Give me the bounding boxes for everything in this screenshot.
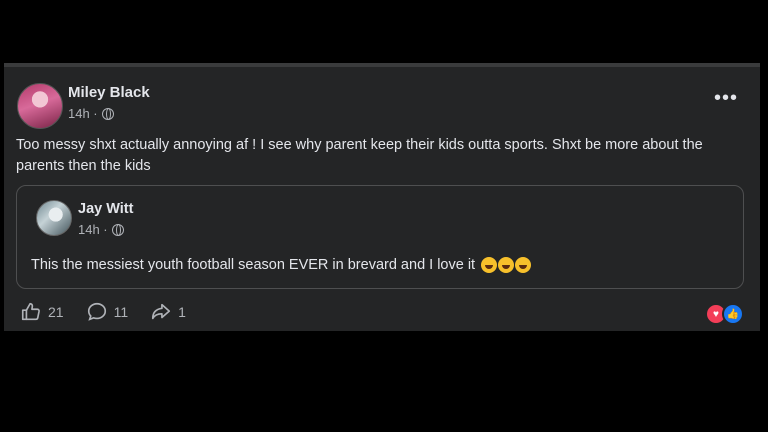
like-button[interactable]: 21 — [20, 301, 64, 323]
shared-post[interactable]: Jay Witt 14h · This the messiest youth f… — [16, 185, 744, 289]
post-text: Too messy shxt actually annoying af ! I … — [16, 137, 703, 174]
comment-icon — [87, 302, 106, 321]
share-icon — [152, 303, 171, 320]
rolling-laughing-emoji-icon — [481, 257, 498, 273]
share-count: 1 — [178, 304, 186, 320]
author-name[interactable]: Miley Black — [68, 84, 150, 101]
like-reaction-icon: 👍 — [722, 303, 744, 325]
shared-author-name[interactable]: Jay Witt — [78, 201, 133, 217]
post-time[interactable]: 14h · — [68, 106, 98, 121]
shared-post-meta: 14h · — [78, 222, 124, 237]
comment-count: 11 — [113, 304, 129, 320]
author-avatar[interactable] — [17, 83, 63, 129]
post-actions: 21 11 1 — [20, 301, 208, 323]
more-options-button[interactable]: ••• — [714, 88, 738, 108]
shared-author-avatar[interactable] — [36, 200, 72, 236]
post-card: Miley Black 14h · ••• Too messy shxt act… — [4, 63, 760, 331]
thumbs-up-icon — [21, 302, 40, 321]
post-meta: 14h · — [68, 106, 114, 121]
like-count: 21 — [48, 304, 64, 320]
reaction-summary[interactable]: ♥ 👍 — [705, 303, 744, 325]
shared-post-time[interactable]: 14h · — [78, 222, 108, 237]
globe-icon — [101, 107, 114, 120]
shared-post-text: This the messiest youth football season … — [31, 257, 476, 273]
share-button[interactable]: 1 — [150, 301, 186, 323]
rolling-laughing-emoji-icon — [515, 257, 532, 273]
comment-button[interactable]: 11 — [86, 301, 129, 323]
shared-post-text-row: This the messiest youth football season … — [31, 257, 532, 273]
emoji-group — [481, 257, 532, 273]
rolling-laughing-emoji-icon — [498, 257, 515, 273]
globe-icon — [111, 223, 124, 236]
